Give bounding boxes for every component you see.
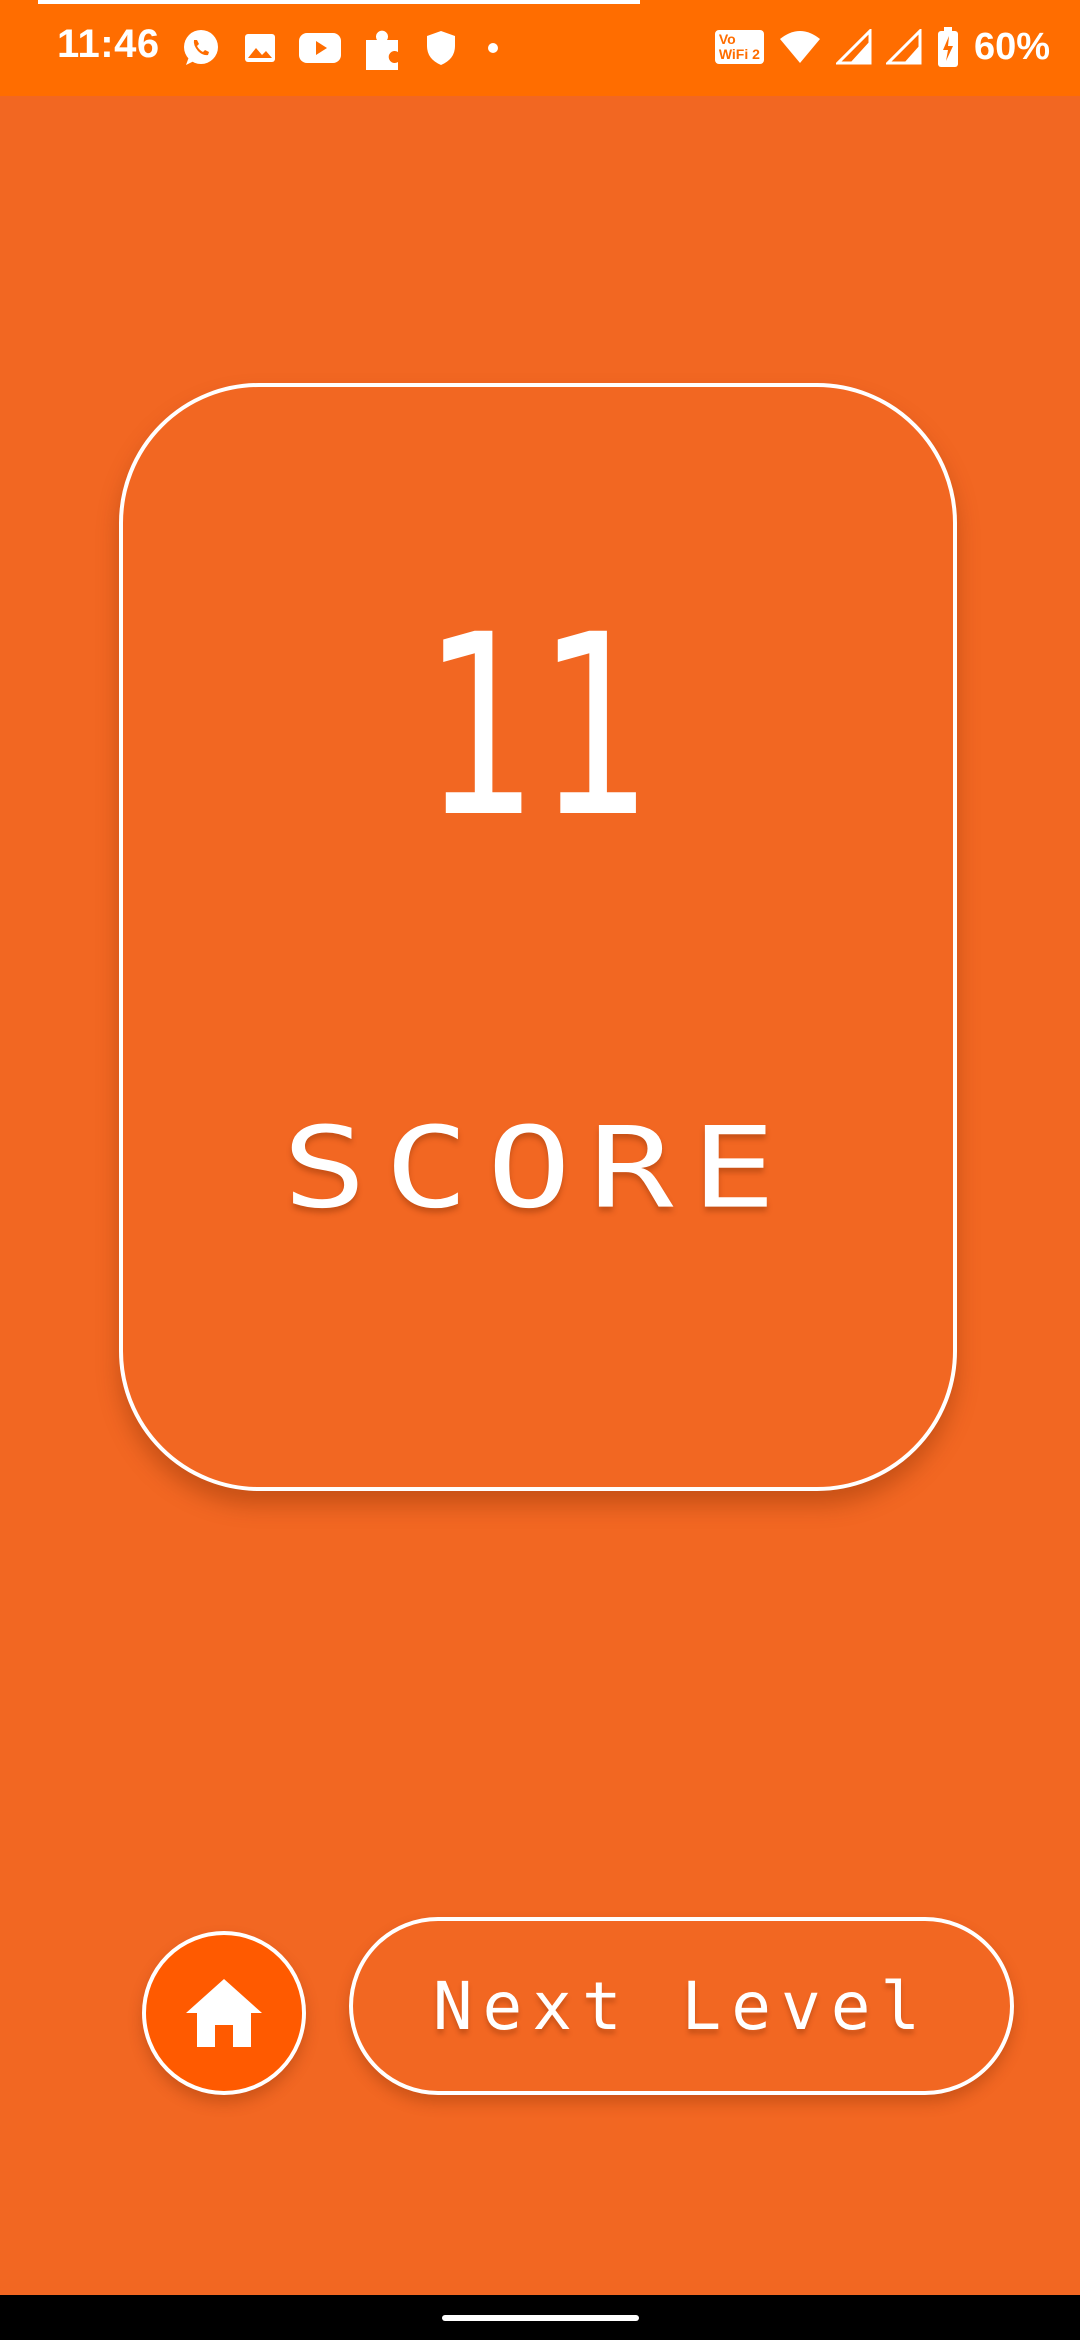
notification-icons bbox=[180, 24, 508, 72]
score-label: SCORE bbox=[282, 1103, 794, 1234]
whatsapp-icon bbox=[180, 27, 222, 69]
system-icons: Vo WiFi 2 60% bbox=[714, 22, 1050, 72]
gesture-handle[interactable] bbox=[442, 2315, 639, 2321]
status-time: 11:46 bbox=[57, 22, 160, 66]
home-button[interactable] bbox=[142, 1931, 306, 2095]
battery-percent: 60% bbox=[973, 25, 1050, 68]
dot-icon bbox=[478, 33, 508, 63]
navigation-bar bbox=[0, 2295, 1080, 2340]
wifi-icon bbox=[778, 29, 822, 65]
puzzle-icon bbox=[362, 24, 404, 72]
vowifi-line2: WiFi 2 bbox=[718, 46, 760, 62]
signal-icon bbox=[885, 29, 922, 65]
battery-charging-icon bbox=[936, 26, 960, 68]
next-level-button[interactable]: Next Level bbox=[349, 1917, 1014, 2095]
download-progress-line bbox=[38, 0, 640, 4]
status-bar: 11:46 Vo WiFi 2 60% bbox=[0, 0, 1080, 96]
home-icon bbox=[182, 1975, 266, 2051]
shield-icon bbox=[424, 28, 458, 68]
score-card: 11 SCORE bbox=[119, 383, 957, 1491]
gallery-icon bbox=[242, 30, 278, 66]
youtube-icon bbox=[298, 31, 342, 65]
vowifi-icon: Vo WiFi 2 bbox=[714, 30, 764, 64]
vowifi-line1: Vo bbox=[718, 31, 736, 47]
next-level-label: Next Level bbox=[432, 1967, 931, 2045]
signal-icon bbox=[835, 29, 872, 65]
score-value: 11 bbox=[423, 581, 653, 872]
